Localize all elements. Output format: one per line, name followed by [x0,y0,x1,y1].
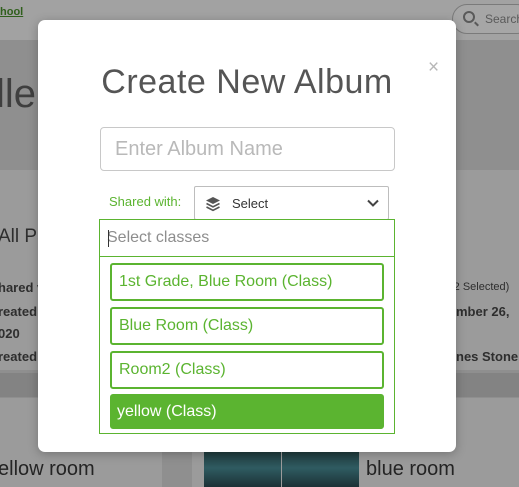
background-card-created-by: reated [0,349,38,364]
search-icon [463,11,475,23]
background-card-date: mber 26, [456,304,510,319]
background-album-name: blue room [366,458,455,480]
class-option[interactable]: Room2 (Class) [110,351,384,389]
class-search-input[interactable] [100,220,394,257]
create-album-modal: × Create New Album Shared with: Select 1… [38,20,456,452]
select-label: Select [232,196,269,211]
background-card-creator: nes Stone [456,349,519,364]
chevron-down-icon [367,199,379,207]
shared-with-select[interactable]: Select [194,186,389,220]
background-search-bar: Search [452,4,519,34]
layers-icon [206,197,220,212]
background-card-created: reated: [0,304,42,319]
background-album-thumbnail [282,452,359,487]
background-search-placeholder: Search [485,12,519,26]
album-name-input[interactable] [100,127,395,171]
background-album-name: ellow room [0,458,95,480]
modal-title: Create New Album [101,63,393,101]
background-card-date: 020 [0,326,20,341]
class-option[interactable]: 1st Grade, Blue Room (Class) [110,263,384,301]
background-card-shared-count: (2 Selected) [450,281,510,293]
background-album-thumbnail [204,452,281,487]
class-option-selected[interactable]: yellow (Class) [110,394,384,429]
background-logo-link: hool [0,6,24,18]
class-dropdown: 1st Grade, Blue Room (Class) Blue Room (… [99,219,395,434]
text-cursor [108,230,109,247]
shared-with-label: Shared with: [109,194,182,209]
class-option[interactable]: Blue Room (Class) [110,307,384,345]
